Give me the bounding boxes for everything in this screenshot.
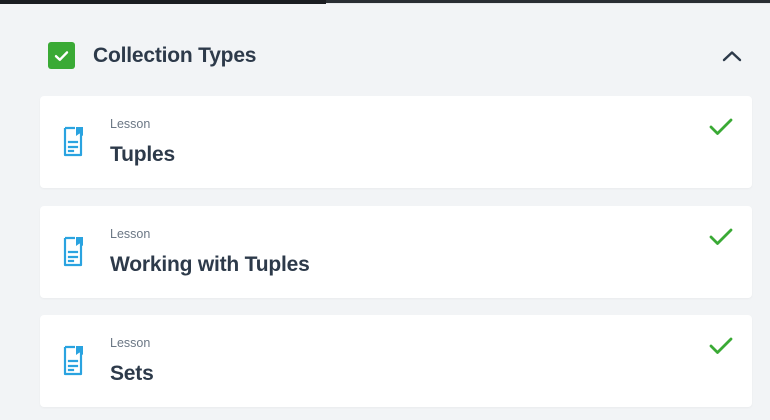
checkmark-icon (54, 50, 69, 61)
checkmark-icon (709, 337, 733, 354)
lesson-title[interactable]: Working with Tuples (110, 251, 310, 279)
chevron-up-icon (722, 51, 742, 62)
lesson-type-label: Lesson (110, 117, 151, 131)
section-title: Collection Types (93, 44, 257, 67)
lesson-type-label: Lesson (110, 336, 151, 350)
top-divider-dark-secondary (326, 0, 770, 3)
section-header[interactable]: Collection Types (0, 4, 770, 96)
document-icon (63, 126, 83, 157)
checkmark-icon (709, 118, 733, 135)
lesson-title[interactable]: Sets (110, 360, 154, 388)
lesson-type-label: Lesson (110, 227, 151, 241)
lesson-card[interactable]: Lesson Sets (40, 315, 752, 407)
document-icon (63, 345, 83, 376)
lesson-card[interactable]: Lesson Tuples (40, 96, 752, 188)
section-complete-checkbox (48, 42, 75, 69)
lesson-card[interactable]: Lesson Working with Tuples (40, 206, 752, 298)
checkmark-icon (709, 228, 733, 245)
document-icon (63, 236, 83, 267)
collapse-button[interactable] (718, 42, 746, 70)
lesson-title[interactable]: Tuples (110, 141, 175, 169)
